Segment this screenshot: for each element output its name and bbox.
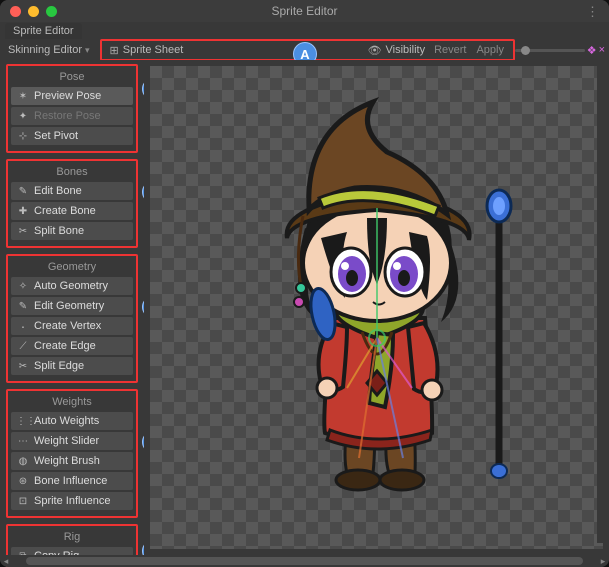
kebab-menu-icon[interactable]: ⋮ xyxy=(586,4,599,20)
window-title: Sprite Editor xyxy=(8,4,601,18)
scroll-left-icon[interactable]: ◂ xyxy=(0,556,12,567)
panel-title: Pose xyxy=(11,71,133,83)
geometry-auto-geometry-button[interactable]: ✧ Auto Geometry xyxy=(11,277,133,295)
zoom-slider[interactable] xyxy=(515,49,585,52)
tool-label: Sprite Influence xyxy=(34,495,110,507)
panel-title: Geometry xyxy=(11,261,133,273)
tool-label: Weight Slider xyxy=(34,435,99,447)
scroll-track[interactable] xyxy=(26,557,583,565)
panel-bones: Bones C ✎Edit Bone✚Create Bone✂Split Bon… xyxy=(6,159,138,248)
vertical-scrollbar[interactable] xyxy=(597,60,609,543)
panel-weights: Weights E ⋮⋮Auto Weights⋯Weight Slider◍W… xyxy=(6,389,138,518)
scroll-thumb[interactable] xyxy=(26,557,583,565)
revert-button[interactable]: Revert xyxy=(429,44,471,56)
panel-title: Rig xyxy=(11,531,133,543)
panel-geometry: Geometry D ✧Auto Geometry✎Edit Geometry･… xyxy=(6,254,138,383)
tool-icon: ◍ xyxy=(16,456,30,467)
tool-label: Auto Geometry xyxy=(34,280,108,292)
tool-icon: ⊛ xyxy=(16,476,30,487)
panel-title: Bones xyxy=(11,166,133,178)
weights-weight-slider-button[interactable]: ⋯ Weight Slider xyxy=(11,432,133,450)
geometry-create-edge-button[interactable]: ⟋ Create Edge xyxy=(11,337,133,355)
scroll-right-icon[interactable]: ▸ xyxy=(597,556,609,567)
tool-label: Create Vertex xyxy=(34,320,101,332)
tab-sprite-editor[interactable]: Sprite Editor xyxy=(5,23,82,39)
tool-icon: ✂ xyxy=(16,226,30,237)
tool-label: Create Bone xyxy=(34,205,96,217)
tool-icon: ⋮⋮ xyxy=(16,416,30,427)
zoom-controls: ❖ × xyxy=(515,40,605,60)
editor-mode-label: Skinning Editor xyxy=(8,44,82,56)
tool-label: Bone Influence xyxy=(34,475,107,487)
pose-restore-pose-button: ✦ Restore Pose xyxy=(11,107,133,125)
sprite-character[interactable] xyxy=(227,88,527,508)
sprite-editor-window: Sprite Editor ⋮ Sprite Editor Skinning E… xyxy=(0,0,609,567)
slider-thumb[interactable] xyxy=(521,46,530,55)
mode-bar: Skinning Editor ⊞ Sprite Sheet 👁 Visibil… xyxy=(0,40,609,60)
gizmo-icon[interactable]: ❖ xyxy=(587,44,597,57)
visibility-label: Visibility xyxy=(386,44,426,56)
panel-pose: Pose B ✶Preview Pose✦Restore Pose⊹Set Pi… xyxy=(6,64,138,153)
zoom-icon[interactable] xyxy=(46,6,57,17)
window-controls xyxy=(10,6,57,17)
tool-label: Preview Pose xyxy=(34,90,101,102)
viewport[interactable] xyxy=(150,66,603,549)
pose-preview-pose-button[interactable]: ✶ Preview Pose xyxy=(11,87,133,105)
close-icon[interactable] xyxy=(10,6,21,17)
geometry-split-edge-button[interactable]: ✂ Split Edge xyxy=(11,357,133,375)
tool-icon: ⊡ xyxy=(16,496,30,507)
tool-label: Set Pivot xyxy=(34,130,78,142)
apply-button[interactable]: Apply xyxy=(471,44,509,56)
tab-bar: Sprite Editor xyxy=(0,22,609,40)
tool-icon: ⊹ xyxy=(16,131,30,142)
tool-label: Edit Bone xyxy=(34,185,82,197)
minimize-icon[interactable] xyxy=(28,6,39,17)
tool-label: Auto Weights xyxy=(34,415,99,427)
tool-label: Restore Pose xyxy=(34,110,101,122)
titlebar: Sprite Editor ⋮ xyxy=(0,0,609,22)
sprite-sheet-button[interactable]: ⊞ Sprite Sheet xyxy=(106,43,188,58)
bones-create-bone-button[interactable]: ✚ Create Bone xyxy=(11,202,133,220)
panel-title: Weights xyxy=(11,396,133,408)
eye-icon: 👁 xyxy=(368,44,382,57)
tool-icon: ✚ xyxy=(16,206,30,217)
bones-split-bone-button[interactable]: ✂ Split Bone xyxy=(11,222,133,240)
content-area: Pose B ✶Preview Pose✦Restore Pose⊹Set Pi… xyxy=(0,60,609,555)
tool-label: Split Bone xyxy=(34,225,84,237)
grid-icon: ⊞ xyxy=(110,44,119,57)
tool-icon: ･ xyxy=(16,319,30,334)
tool-icon: ✎ xyxy=(16,186,30,197)
tool-icon: ⟋ xyxy=(16,341,30,352)
tool-label: Edit Geometry xyxy=(34,300,104,312)
weights-bone-influence-button[interactable]: ⊛ Bone Influence xyxy=(11,472,133,490)
tool-icon: ✶ xyxy=(16,91,30,102)
canvas-wrap xyxy=(144,60,609,555)
tool-icon: ⋯ xyxy=(16,436,30,447)
tool-icon: ✧ xyxy=(16,281,30,292)
editor-mode-dropdown[interactable]: Skinning Editor xyxy=(4,42,94,58)
horizontal-scrollbar[interactable]: ◂ ▸ xyxy=(0,555,609,567)
tool-icon: ✎ xyxy=(16,301,30,312)
tool-icon: ✂ xyxy=(16,361,30,372)
visibility-button[interactable]: 👁 Visibility xyxy=(364,43,430,58)
bones-edit-bone-button[interactable]: ✎ Edit Bone xyxy=(11,182,133,200)
pose-set-pivot-button[interactable]: ⊹ Set Pivot xyxy=(11,127,133,145)
tool-icon: ✦ xyxy=(16,111,30,122)
tool-label: Weight Brush xyxy=(34,455,100,467)
geometry-edit-geometry-button[interactable]: ✎ Edit Geometry xyxy=(11,297,133,315)
weights-weight-brush-button[interactable]: ◍ Weight Brush xyxy=(11,452,133,470)
weights-auto-weights-button[interactable]: ⋮⋮ Auto Weights xyxy=(11,412,133,430)
tool-label: Split Edge xyxy=(34,360,84,372)
close-panel-icon[interactable]: × xyxy=(599,44,605,56)
sprite-sheet-label: Sprite Sheet xyxy=(123,44,184,56)
weights-sprite-influence-button[interactable]: ⊡ Sprite Influence xyxy=(11,492,133,510)
tool-label: Create Edge xyxy=(34,340,96,352)
tools-sidebar: Pose B ✶Preview Pose✦Restore Pose⊹Set Pi… xyxy=(0,60,144,555)
sprite-staff xyxy=(487,190,511,478)
geometry-create-vertex-button[interactable]: ･ Create Vertex xyxy=(11,317,133,335)
